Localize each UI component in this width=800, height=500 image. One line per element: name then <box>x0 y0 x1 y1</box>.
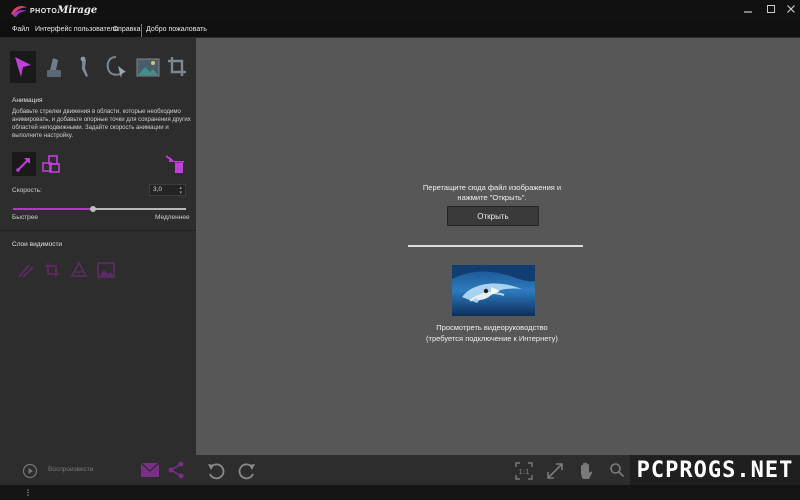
faster-label: Быстрее <box>12 214 39 221</box>
animation-arrow-icon <box>15 57 31 77</box>
minimize-icon <box>744 11 752 13</box>
search-icon <box>610 463 625 478</box>
actual-size-icon: 1:1 <box>515 462 533 480</box>
tool-animation[interactable] <box>10 51 36 83</box>
canvas-area[interactable]: Перетащите сюда файл изображения и нажми… <box>196 38 800 455</box>
title-bar: PHOTOMirage <box>0 0 800 22</box>
minimize-button[interactable] <box>739 2 757 16</box>
speed-slider-thumb[interactable] <box>89 206 96 212</box>
panel-divider <box>0 230 196 231</box>
play-icon <box>22 463 38 479</box>
tool-mask[interactable] <box>40 51 66 83</box>
close-button[interactable] <box>782 2 800 16</box>
left-panel: Анимация Добавьте стрелки движения в обл… <box>0 38 196 455</box>
animation-title: Анимация <box>12 97 43 104</box>
watermark: PCPROGS.NET <box>630 455 800 485</box>
mask-brush-icon <box>47 58 61 77</box>
pan-button[interactable] <box>576 460 596 482</box>
preview-image-icon <box>136 58 160 77</box>
trash-icon <box>165 155 184 173</box>
menu-divider <box>141 24 142 37</box>
speed-input[interactable]: 3,0 ▲ ▼ <box>149 184 186 196</box>
layers-title: Слои видимости <box>12 241 63 248</box>
hand-icon <box>581 462 593 479</box>
speed-slider-fill <box>13 208 93 210</box>
svg-text:1:1: 1:1 <box>518 468 529 476</box>
menu-welcome[interactable]: Добро пожаловать <box>146 26 207 33</box>
tool-select[interactable] <box>103 51 129 83</box>
menu-ui[interactable]: Интерфейс пользователя <box>35 26 118 33</box>
speed-label: Скорость: <box>12 187 42 194</box>
speed-value: 3,0 <box>153 186 163 193</box>
anchor-point-icon <box>80 56 88 77</box>
brand-name: Mirage <box>57 5 98 16</box>
email-button[interactable] <box>140 460 160 480</box>
actual-size-button[interactable]: 1:1 <box>514 461 534 481</box>
surfer-thumbnail-image <box>452 265 535 316</box>
speed-stepper-icon[interactable]: ▲ ▼ <box>179 185 183 195</box>
undo-icon <box>208 463 225 480</box>
tool-preview[interactable] <box>135 51 161 83</box>
layer-tool-brush[interactable] <box>15 259 37 281</box>
separator-line <box>408 245 583 247</box>
motion-arrow-icon <box>16 158 30 172</box>
mail-icon <box>140 462 160 477</box>
speed-slider[interactable] <box>13 206 186 212</box>
maximize-button[interactable] <box>762 2 780 16</box>
animation-description: Добавьте стрелки движения в области, кот… <box>12 109 191 139</box>
play-label: Воспроизвести <box>48 466 94 473</box>
open-button[interactable]: Открыть <box>447 206 539 226</box>
play-button[interactable] <box>22 463 38 479</box>
anchor-points-icon <box>42 155 60 173</box>
app-title: PHOTOMirage <box>30 5 97 16</box>
selection-lasso-icon <box>106 56 126 78</box>
delete-arrows-tool[interactable] <box>163 152 187 176</box>
crop-icon <box>168 57 186 76</box>
layer-triangle-icon <box>70 261 88 277</box>
share-button[interactable] <box>166 460 186 480</box>
slower-label: Медленнее <box>155 214 190 221</box>
maximize-icon <box>767 5 775 13</box>
drop-hint-line2: нажмите "Открыть". <box>457 193 527 202</box>
tutorial-video-thumbnail[interactable] <box>452 265 535 316</box>
bottom-toolbar: Воспроизвести 1:1 PCPROGS.NET <box>0 455 800 485</box>
layer-crop-icon <box>45 263 59 277</box>
drop-hint-line1: Перетащите сюда файл изображения и <box>422 183 562 192</box>
layer-brush-icon <box>18 264 34 278</box>
tool-anchor[interactable] <box>75 51 101 83</box>
fit-screen-icon <box>547 463 563 479</box>
layer-image-icon <box>97 262 115 278</box>
close-icon <box>787 5 795 13</box>
status-bar <box>0 485 800 500</box>
share-icon <box>168 461 184 479</box>
tool-crop[interactable] <box>164 51 190 83</box>
tutorial-line2: (требуется подключение к Интернету) <box>426 334 558 343</box>
brand-prefix: PHOTO <box>30 8 58 15</box>
undo-button[interactable] <box>205 460 227 482</box>
motion-arrow-tool[interactable] <box>12 152 36 176</box>
redo-icon <box>238 463 255 480</box>
fit-screen-button[interactable] <box>545 461 565 481</box>
zoom-button[interactable] <box>609 462 625 478</box>
app-logo-icon <box>11 6 27 17</box>
redo-button[interactable] <box>236 460 258 482</box>
menu-help[interactable]: Справка <box>113 26 140 33</box>
menu-bar: Файл Интерфейс пользователя Справка Добр… <box>0 22 800 38</box>
resize-grip-icon <box>27 489 29 496</box>
tutorial-line1: Просмотреть видеоруководство <box>436 323 548 332</box>
layer-tool-image[interactable] <box>95 259 117 281</box>
anchor-points-tool[interactable] <box>39 152 63 176</box>
layer-tool-crop[interactable] <box>41 259 63 281</box>
menu-file[interactable]: Файл <box>12 26 29 33</box>
layer-tool-sky[interactable] <box>68 259 90 281</box>
